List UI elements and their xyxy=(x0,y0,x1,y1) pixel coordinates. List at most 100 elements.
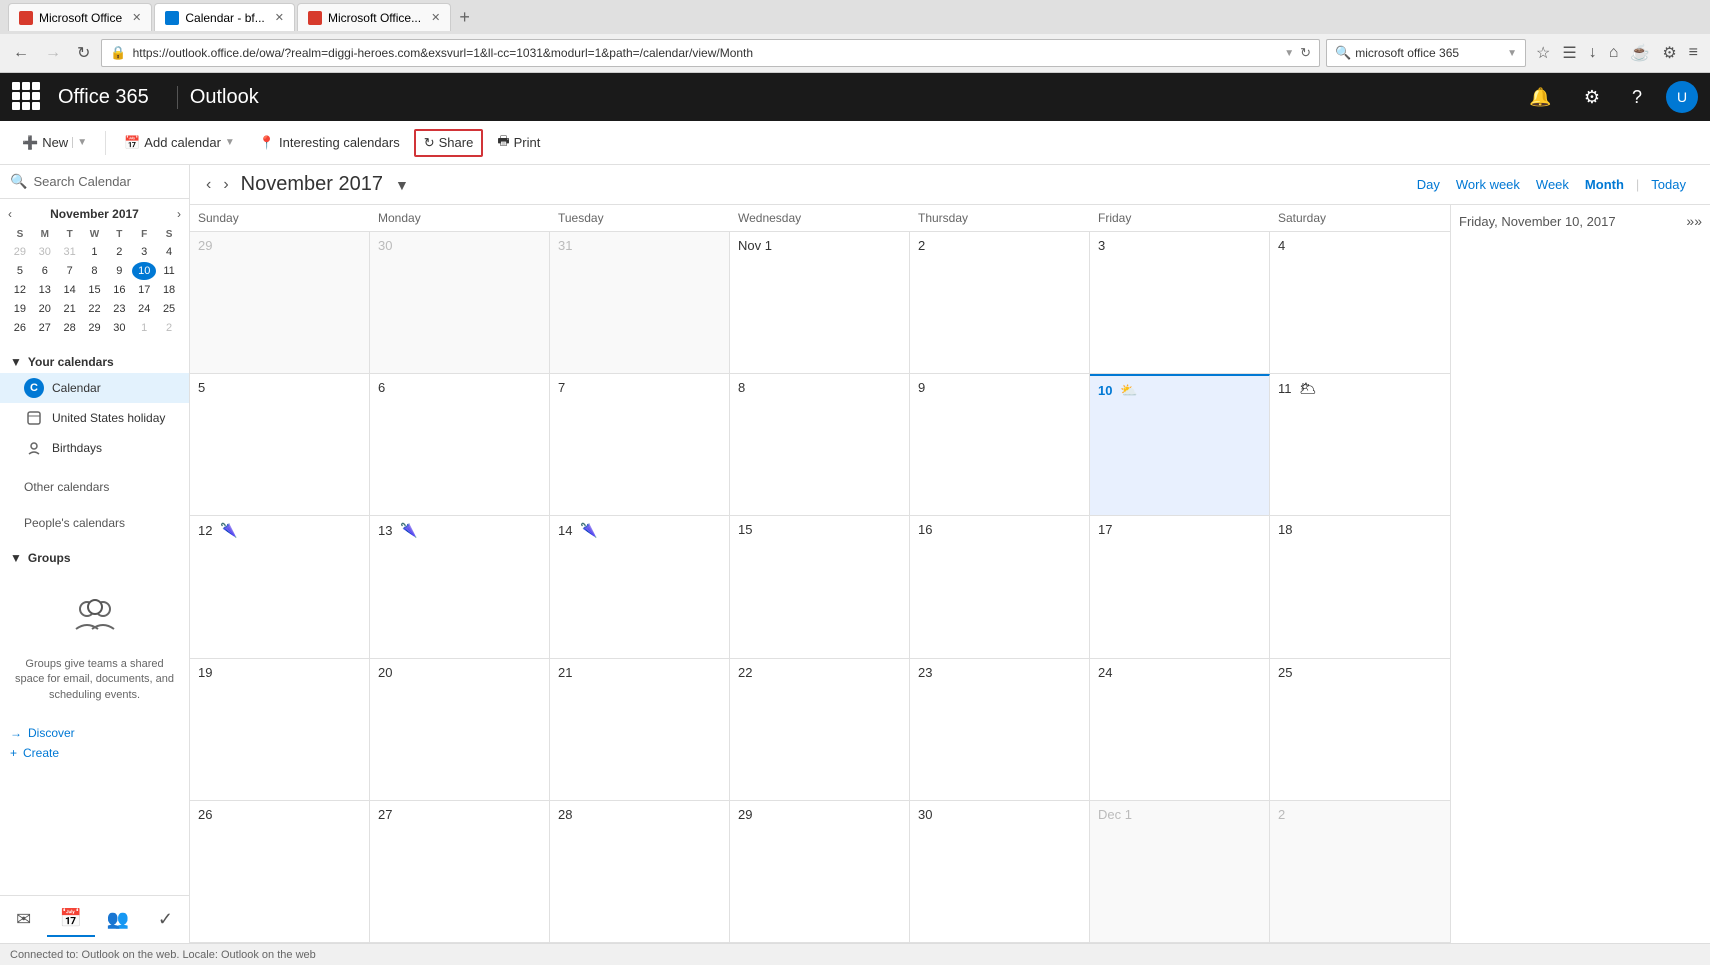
cal-cell-16[interactable]: 16 xyxy=(910,516,1090,657)
mini-day-7[interactable]: 7 xyxy=(58,262,82,280)
cal-next-button[interactable]: › xyxy=(223,176,228,194)
view-week-button[interactable]: Week xyxy=(1528,173,1577,196)
cal-prev-button[interactable]: ‹ xyxy=(206,176,211,194)
cal-month-dropdown[interactable]: ▼ xyxy=(395,177,409,193)
back-button[interactable]: ← xyxy=(8,42,34,64)
refresh-icon[interactable]: ↻ xyxy=(1300,45,1311,61)
mini-day-9[interactable]: 9 xyxy=(107,262,131,280)
view-month-button[interactable]: Month xyxy=(1577,173,1632,196)
tab-calendar[interactable]: Calendar - bf... ✕ xyxy=(154,3,295,31)
mini-day-29[interactable]: 29 xyxy=(83,319,107,337)
new-button[interactable]: ➕ New ▼ xyxy=(12,129,97,157)
add-calendar-button[interactable]: 📅 Add calendar ▼ xyxy=(114,129,245,157)
mini-day-3[interactable]: 3 xyxy=(132,243,156,261)
view-workweek-button[interactable]: Work week xyxy=(1448,173,1528,196)
cal-cell-5[interactable]: 5 xyxy=(190,374,370,515)
cal-cell-13[interactable]: 13 🌂 xyxy=(370,516,550,657)
mini-day-20[interactable]: 20 xyxy=(33,300,57,318)
mini-day-22[interactable]: 22 xyxy=(83,300,107,318)
cal-cell-17[interactable]: 17 xyxy=(1090,516,1270,657)
mini-day-4[interactable]: 4 xyxy=(157,243,181,261)
mini-day-14[interactable]: 14 xyxy=(58,281,82,299)
create-link[interactable]: + Create xyxy=(0,743,189,763)
mini-day-23[interactable]: 23 xyxy=(107,300,131,318)
cal-cell-nov1[interactable]: Nov 1 xyxy=(730,232,910,373)
cal-cell-9[interactable]: 9 xyxy=(910,374,1090,515)
mini-day-17[interactable]: 17 xyxy=(132,281,156,299)
mini-day-10[interactable]: 10 xyxy=(132,262,156,280)
tab-close-1[interactable]: ✕ xyxy=(132,11,141,24)
cal-cell-2[interactable]: 2 xyxy=(910,232,1090,373)
cal-cell-26[interactable]: 26 xyxy=(190,801,370,942)
mini-day-30[interactable]: 30 xyxy=(107,319,131,337)
mini-day-2-dec[interactable]: 2 xyxy=(157,319,181,337)
cal-cell-dec2[interactable]: 2 xyxy=(1270,801,1450,942)
cal-cell-22[interactable]: 22 xyxy=(730,659,910,800)
calendar-item-birthdays[interactable]: Birthdays xyxy=(0,433,189,463)
cal-cell-21[interactable]: 21 xyxy=(550,659,730,800)
tab-microsoft-office-3[interactable]: Microsoft Office... ✕ xyxy=(297,3,451,31)
user-avatar[interactable]: U xyxy=(1666,81,1698,113)
forward-button[interactable]: → xyxy=(40,42,66,64)
cal-cell-3[interactable]: 3 xyxy=(1090,232,1270,373)
star-button[interactable]: ☆ xyxy=(1532,41,1554,65)
mini-day-8[interactable]: 8 xyxy=(83,262,107,280)
waffle-menu[interactable] xyxy=(12,82,42,112)
refresh-button[interactable]: ↻ xyxy=(72,41,95,65)
view-today-button[interactable]: Today xyxy=(1643,173,1694,196)
cal-cell-24[interactable]: 24 xyxy=(1090,659,1270,800)
cal-cell-29[interactable]: 29 xyxy=(730,801,910,942)
cal-cell-29-oct[interactable]: 29 xyxy=(190,232,370,373)
mini-day-30-oct[interactable]: 30 xyxy=(33,243,57,261)
cal-cell-14[interactable]: 14 🌂 xyxy=(550,516,730,657)
view-day-button[interactable]: Day xyxy=(1409,173,1448,196)
calendar-item-calendar[interactable]: C Calendar xyxy=(0,373,189,403)
groups-header[interactable]: ▼ Groups xyxy=(0,547,189,569)
cal-cell-28[interactable]: 28 xyxy=(550,801,730,942)
new-tab-button[interactable]: + xyxy=(453,7,476,28)
cal-cell-18[interactable]: 18 xyxy=(1270,516,1450,657)
tab-close-3[interactable]: ✕ xyxy=(431,11,440,24)
mini-day-11[interactable]: 11 xyxy=(157,262,181,280)
mini-day-16[interactable]: 16 xyxy=(107,281,131,299)
mini-day-1[interactable]: 1 xyxy=(83,243,107,261)
cal-cell-15[interactable]: 15 xyxy=(730,516,910,657)
cal-cell-6[interactable]: 6 xyxy=(370,374,550,515)
cal-cell-12[interactable]: 12 🌂 xyxy=(190,516,370,657)
people-nav-button[interactable]: 👥 xyxy=(95,902,142,937)
cal-cell-10[interactable]: 10 ⛅ xyxy=(1090,374,1270,515)
sidebar-search[interactable]: 🔍 Search Calendar xyxy=(0,165,189,199)
mini-day-21[interactable]: 21 xyxy=(58,300,82,318)
extensions-button[interactable]: ⚙ xyxy=(1658,41,1680,65)
cal-cell-7[interactable]: 7 xyxy=(550,374,730,515)
cal-cell-25[interactable]: 25 xyxy=(1270,659,1450,800)
mail-nav-button[interactable]: ✉ xyxy=(0,902,47,937)
discover-link[interactable]: → Discover xyxy=(0,723,189,743)
notifications-button[interactable]: 🔔 xyxy=(1521,83,1559,112)
other-calendars-item[interactable]: Other calendars xyxy=(0,475,189,499)
mini-day-2[interactable]: 2 xyxy=(107,243,131,261)
cal-cell-4[interactable]: 4 xyxy=(1270,232,1450,373)
mini-day-27[interactable]: 27 xyxy=(33,319,57,337)
cal-cell-30-oct[interactable]: 30 xyxy=(370,232,550,373)
cal-cell-11[interactable]: 11 🌥 xyxy=(1270,374,1450,515)
mini-day-19[interactable]: 19 xyxy=(8,300,32,318)
settings-button[interactable]: ⚙ xyxy=(1576,83,1608,112)
search-bar[interactable]: 🔍 microsoft office 365 ▼ xyxy=(1326,39,1526,67)
interesting-calendars-button[interactable]: 📍 Interesting calendars xyxy=(249,129,410,157)
cal-cell-dec1[interactable]: Dec 1 xyxy=(1090,801,1270,942)
mini-cal-prev[interactable]: ‹ xyxy=(8,207,12,221)
cal-cell-30[interactable]: 30 xyxy=(910,801,1090,942)
your-calendars-header[interactable]: ▼ Your calendars xyxy=(0,351,189,373)
mini-day-25[interactable]: 25 xyxy=(157,300,181,318)
mini-day-15[interactable]: 15 xyxy=(83,281,107,299)
help-button[interactable]: ? xyxy=(1624,83,1650,112)
mini-day-24[interactable]: 24 xyxy=(132,300,156,318)
address-bar[interactable]: 🔒 https://outlook.office.de/owa/?realm=d… xyxy=(101,39,1320,67)
mini-cal-next[interactable]: › xyxy=(177,207,181,221)
mini-day-18[interactable]: 18 xyxy=(157,281,181,299)
mini-day-12[interactable]: 12 xyxy=(8,281,32,299)
tasks-nav-button[interactable]: ✓ xyxy=(142,902,189,937)
cal-cell-19[interactable]: 19 xyxy=(190,659,370,800)
cal-cell-8[interactable]: 8 xyxy=(730,374,910,515)
